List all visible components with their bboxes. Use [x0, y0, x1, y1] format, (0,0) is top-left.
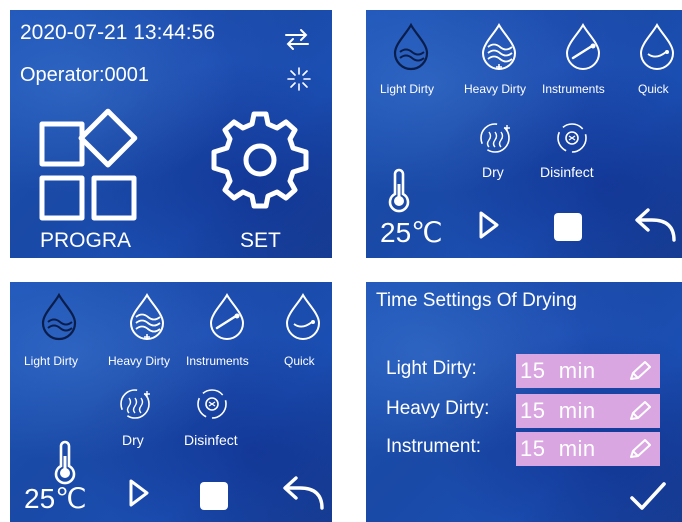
disinfect-icon [557, 123, 587, 153]
program-quick[interactable]: Quick [276, 288, 330, 368]
check-icon[interactable] [628, 480, 668, 514]
drying-settings-screen: Time Settings Of Drying Light Dirty: 15 … [366, 282, 682, 522]
page-title: Time Settings Of Drying [376, 290, 577, 311]
time-value: 15 min [520, 358, 596, 383]
thermometer-icon [388, 168, 410, 213]
program-label: Instruments [542, 82, 605, 96]
light-dirty-icon [393, 22, 429, 71]
program-label: Light Dirty [380, 82, 435, 96]
back-icon[interactable] [280, 474, 324, 512]
program-quick[interactable]: Quick [630, 18, 682, 98]
quick-icon [285, 292, 321, 340]
programs-label: PROGRA [40, 229, 132, 252]
row-label-instrument: Instrument: [386, 436, 482, 457]
time-field-light-dirty[interactable]: 15 min [516, 354, 660, 388]
settings-label: SET [240, 229, 281, 252]
program-label: Instruments [186, 354, 249, 368]
dry-icon [480, 123, 510, 153]
time-value: 15 min [520, 398, 596, 423]
time-field-heavy-dirty[interactable]: 15 min [516, 394, 660, 428]
settings-button[interactable]: SET [206, 102, 316, 252]
instruments-icon [209, 292, 245, 340]
heavy-dirty-icon [481, 22, 517, 70]
program-light-dirty[interactable]: Light Dirty [20, 288, 100, 368]
program-label: Disinfect [184, 432, 238, 448]
thermometer-icon [54, 440, 76, 485]
settings-gear-icon [211, 111, 309, 209]
program-label: Disinfect [540, 164, 594, 180]
programs-button[interactable]: PROGRA [32, 102, 152, 252]
dry-icon [120, 389, 150, 419]
light-dirty-icon [41, 292, 77, 341]
pencil-icon[interactable] [628, 360, 652, 382]
programs-screen-bottom: Light Dirty Heavy Dirty Instruments Quic… [10, 282, 332, 522]
home-screen: 2020-07-21 13:44:56 Operator:0001 PROGRA [10, 10, 332, 258]
back-icon[interactable] [632, 206, 676, 244]
program-instruments[interactable]: Instruments [542, 18, 624, 98]
temperature-display: 25℃ [24, 483, 87, 514]
program-label: Quick [638, 82, 669, 96]
pencil-icon[interactable] [628, 438, 652, 460]
operator-label: Operator [20, 64, 99, 86]
program-light-dirty[interactable]: Light Dirty [376, 18, 446, 98]
program-heavy-dirty[interactable]: Heavy Dirty [106, 288, 186, 368]
program-instruments[interactable]: Instruments [186, 288, 270, 368]
heavy-dirty-icon [129, 292, 165, 340]
play-icon[interactable] [128, 478, 150, 508]
program-label: Heavy Dirty [108, 354, 171, 368]
program-label: Light Dirty [24, 354, 79, 368]
row-label-light-dirty: Light Dirty: [386, 358, 477, 379]
disinfect-icon [197, 389, 227, 419]
program-label: Dry [482, 164, 504, 180]
program-disinfect[interactable]: Disinfect [532, 120, 612, 190]
datetime-display: 2020-07-21 13:44:56 [20, 21, 215, 44]
stop-icon[interactable] [554, 213, 582, 241]
quick-icon [639, 22, 675, 70]
play-icon[interactable] [478, 210, 500, 240]
operator-row: Operator:0001 [20, 64, 149, 87]
program-disinfect[interactable]: Disinfect [180, 386, 260, 456]
time-value: 15 min [520, 436, 596, 461]
stop-icon[interactable] [200, 482, 228, 510]
programs-icon [39, 108, 138, 221]
instruments-icon [565, 22, 601, 70]
program-dry[interactable]: Dry [110, 386, 170, 456]
operator-value: 0001 [104, 64, 150, 86]
sun-icon [287, 67, 311, 91]
swap-icon[interactable] [282, 28, 312, 50]
time-field-instrument[interactable]: 15 min [516, 432, 660, 466]
program-dry[interactable]: Dry [466, 120, 526, 190]
pencil-icon[interactable] [628, 400, 652, 422]
program-label: Quick [284, 354, 315, 368]
programs-screen-top: Light Dirty Heavy Dirty Instruments Quic… [366, 10, 682, 258]
program-heavy-dirty[interactable]: Heavy Dirty [462, 18, 538, 98]
program-label: Dry [122, 432, 144, 448]
temperature-display: 25℃ [380, 217, 443, 248]
row-label-heavy-dirty: Heavy Dirty: [386, 398, 490, 419]
program-label: Heavy Dirty [464, 82, 527, 96]
